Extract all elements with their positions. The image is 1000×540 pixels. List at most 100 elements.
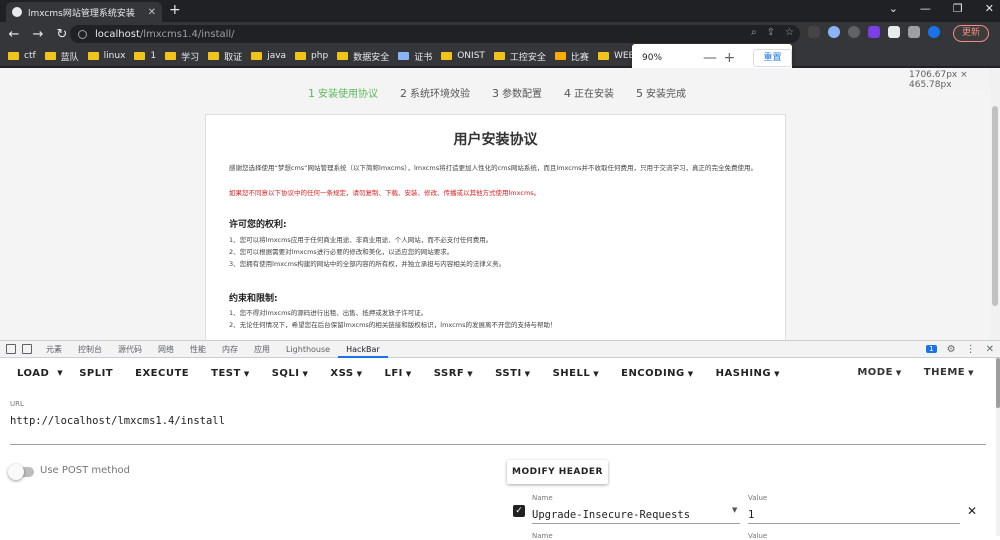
tab-application[interactable]: 应用 bbox=[246, 341, 278, 358]
toggle-knob[interactable] bbox=[8, 464, 24, 480]
scrollbar-thumb[interactable] bbox=[996, 358, 1000, 408]
page-viewport: 1 安装使用协议 2 系统环境效验 3 参数配置 4 正在安装 5 安装完成 用户安装协议… bbox=[0, 68, 990, 340]
new-tab-button[interactable]: + bbox=[169, 2, 181, 18]
header-value-label: Value bbox=[748, 532, 768, 540]
reload-icon[interactable]: ↻ bbox=[52, 27, 72, 42]
agreement-card: 用户安装协议 感谢您选择使用“梦想cms”网站管理系统（以下简称lmxcms），… bbox=[205, 114, 786, 340]
zoom-icon[interactable]: ⌕ bbox=[751, 27, 757, 38]
shell-menu[interactable]: SHELL ▼ bbox=[553, 368, 600, 379]
scrollbar-thumb[interactable] bbox=[992, 106, 998, 306]
tab-network[interactable]: 网络 bbox=[150, 341, 182, 358]
modify-header-button[interactable]: MODIFY HEADER bbox=[507, 460, 608, 484]
bookmark-folder[interactable]: 取证 bbox=[208, 50, 242, 63]
bookmark-folder[interactable]: WEB bbox=[597, 51, 635, 61]
page-scrollbar[interactable] bbox=[990, 68, 1000, 340]
issues-badge[interactable]: 1 bbox=[926, 345, 937, 353]
step-2: 2 系统环境效验 bbox=[400, 87, 470, 100]
mode-menu[interactable]: MODE ▼ bbox=[857, 367, 901, 378]
close-devtools-icon[interactable]: ✕ bbox=[986, 344, 994, 355]
tab-performance[interactable]: 性能 bbox=[182, 341, 214, 358]
sqli-menu[interactable]: SQLI ▼ bbox=[272, 368, 309, 379]
ssti-menu[interactable]: SSTI ▼ bbox=[495, 368, 530, 379]
omnibox-actions: ⌕ ⇪ ☆ bbox=[751, 27, 794, 38]
theme-menu[interactable]: THEME ▼ bbox=[924, 367, 974, 378]
bookmark-folder[interactable]: 数据安全 bbox=[337, 50, 389, 63]
folder-icon bbox=[8, 52, 19, 60]
bookmark-folder[interactable]: 1 bbox=[134, 51, 156, 61]
bookmark-star-icon[interactable]: ☆ bbox=[785, 27, 794, 38]
bookmark-link[interactable]: 证书 bbox=[398, 50, 432, 63]
extensions-puzzle-icon[interactable] bbox=[888, 26, 900, 38]
extension-icon[interactable] bbox=[828, 26, 840, 38]
header-enabled-checkbox[interactable]: ✓ bbox=[513, 505, 525, 517]
close-window-icon[interactable]: ✕ bbox=[985, 2, 994, 15]
bookmark-link[interactable]: 比赛 bbox=[554, 50, 589, 63]
hackbar-toolbar: LOAD ▼ SPLIT EXECUTE TEST ▼ SQLI ▼ XSS ▼ LF… bbox=[0, 358, 996, 388]
bookmark-folder[interactable]: java bbox=[251, 51, 286, 61]
url-field-label: URL bbox=[10, 400, 24, 408]
browser-tab[interactable]: lmxcms网站管理系统安装 ✕ bbox=[6, 2, 162, 22]
ssrf-menu[interactable]: SSRF ▼ bbox=[434, 368, 473, 379]
folder-icon bbox=[87, 52, 99, 60]
tab-lighthouse[interactable]: Lighthouse bbox=[278, 341, 338, 358]
extension-icon[interactable] bbox=[808, 26, 820, 38]
tab-close-icon[interactable]: ✕ bbox=[148, 7, 156, 18]
load-dropdown-icon[interactable]: ▼ bbox=[57, 369, 63, 377]
load-button[interactable]: LOAD bbox=[17, 368, 49, 379]
remove-header-icon[interactable]: ✕ bbox=[967, 504, 977, 518]
url-input[interactable]: http://localhost/lmxcms1.4/install bbox=[10, 415, 225, 427]
bookmark-folder[interactable]: 蓝队 bbox=[44, 50, 79, 63]
inspect-element-icon[interactable] bbox=[6, 344, 16, 354]
header-value-underline bbox=[748, 523, 960, 524]
bookmark-folder[interactable]: php bbox=[295, 51, 328, 61]
profile-avatar[interactable] bbox=[928, 26, 940, 38]
more-options-icon[interactable]: ⋮ bbox=[966, 344, 976, 355]
header-value-input[interactable]: 1 bbox=[748, 509, 754, 521]
address-bar[interactable]: localhost/lmxcms1.4/install/ ⌕ ⇪ ☆ bbox=[70, 25, 800, 43]
settings-gear-icon[interactable]: ⚙ bbox=[947, 344, 956, 355]
side-panel-icon[interactable] bbox=[908, 26, 920, 38]
back-icon[interactable]: ← bbox=[4, 27, 24, 42]
bookmark-folder[interactable]: ONIST bbox=[441, 51, 485, 61]
forward-icon[interactable]: → bbox=[28, 27, 48, 42]
bookmark-folder[interactable]: 工控安全 bbox=[493, 50, 546, 63]
bookmark-folder[interactable]: 学习 bbox=[165, 50, 199, 63]
bookmark-folder[interactable]: linux bbox=[87, 51, 125, 61]
folder-icon bbox=[251, 52, 263, 60]
device-toolbar-icon[interactable] bbox=[22, 344, 32, 354]
zoom-out-button[interactable]: — bbox=[700, 50, 719, 66]
zoom-reset-button[interactable]: 重置 bbox=[753, 49, 793, 67]
xss-menu[interactable]: XSS ▼ bbox=[330, 368, 362, 379]
test-menu[interactable]: TEST ▼ bbox=[211, 368, 250, 379]
execute-button[interactable]: EXECUTE bbox=[135, 368, 189, 379]
tab-memory[interactable]: 内存 bbox=[214, 341, 246, 358]
hackbar-toolbar-right: MODE ▼ THEME ▼ bbox=[857, 367, 974, 378]
header-name-label: Name bbox=[532, 532, 553, 540]
hackbar-scrollbar[interactable] bbox=[996, 358, 1000, 536]
tab-search-icon[interactable]: ⌄ bbox=[889, 2, 898, 15]
share-icon[interactable]: ⇪ bbox=[767, 27, 775, 38]
hashing-menu[interactable]: HASHING ▼ bbox=[716, 368, 780, 379]
header-name-input[interactable]: Upgrade-Insecure-Requests bbox=[532, 509, 690, 521]
hackbar-extension-icon[interactable] bbox=[868, 26, 880, 38]
tab-hackbar[interactable]: HackBar bbox=[338, 341, 388, 358]
bookmark-folder[interactable]: ctf bbox=[8, 51, 36, 61]
viewport-dimensions: 1706.67px × 465.78px bbox=[906, 70, 1000, 90]
header-name-dropdown-icon[interactable]: ▼ bbox=[732, 506, 737, 514]
encoding-menu[interactable]: ENCODING ▼ bbox=[621, 368, 694, 379]
post-method-toggle[interactable] bbox=[8, 464, 34, 480]
tab-console[interactable]: 控制台 bbox=[70, 341, 110, 358]
extension-icon[interactable] bbox=[848, 26, 860, 38]
lfi-menu[interactable]: LFI ▼ bbox=[384, 368, 411, 379]
site-info-icon[interactable] bbox=[78, 29, 87, 39]
update-button[interactable]: 更新 bbox=[953, 25, 989, 42]
minimize-icon[interactable]: — bbox=[920, 2, 931, 15]
tab-sources[interactable]: 源代码 bbox=[110, 341, 150, 358]
split-button[interactable]: SPLIT bbox=[79, 368, 113, 379]
tab-elements[interactable]: 元素 bbox=[38, 341, 70, 358]
zoom-in-button[interactable]: + bbox=[720, 50, 739, 66]
limits-item: 1、您不得对lmxcms的源码进行出租、出售、抵押或发放子许可证。 bbox=[229, 309, 428, 317]
devtools-tabbar: 元素 控制台 源代码 网络 性能 内存 应用 Lighthouse HackBa… bbox=[0, 340, 1000, 358]
restore-icon[interactable]: ❐ bbox=[953, 2, 963, 15]
folder-icon bbox=[337, 52, 349, 60]
